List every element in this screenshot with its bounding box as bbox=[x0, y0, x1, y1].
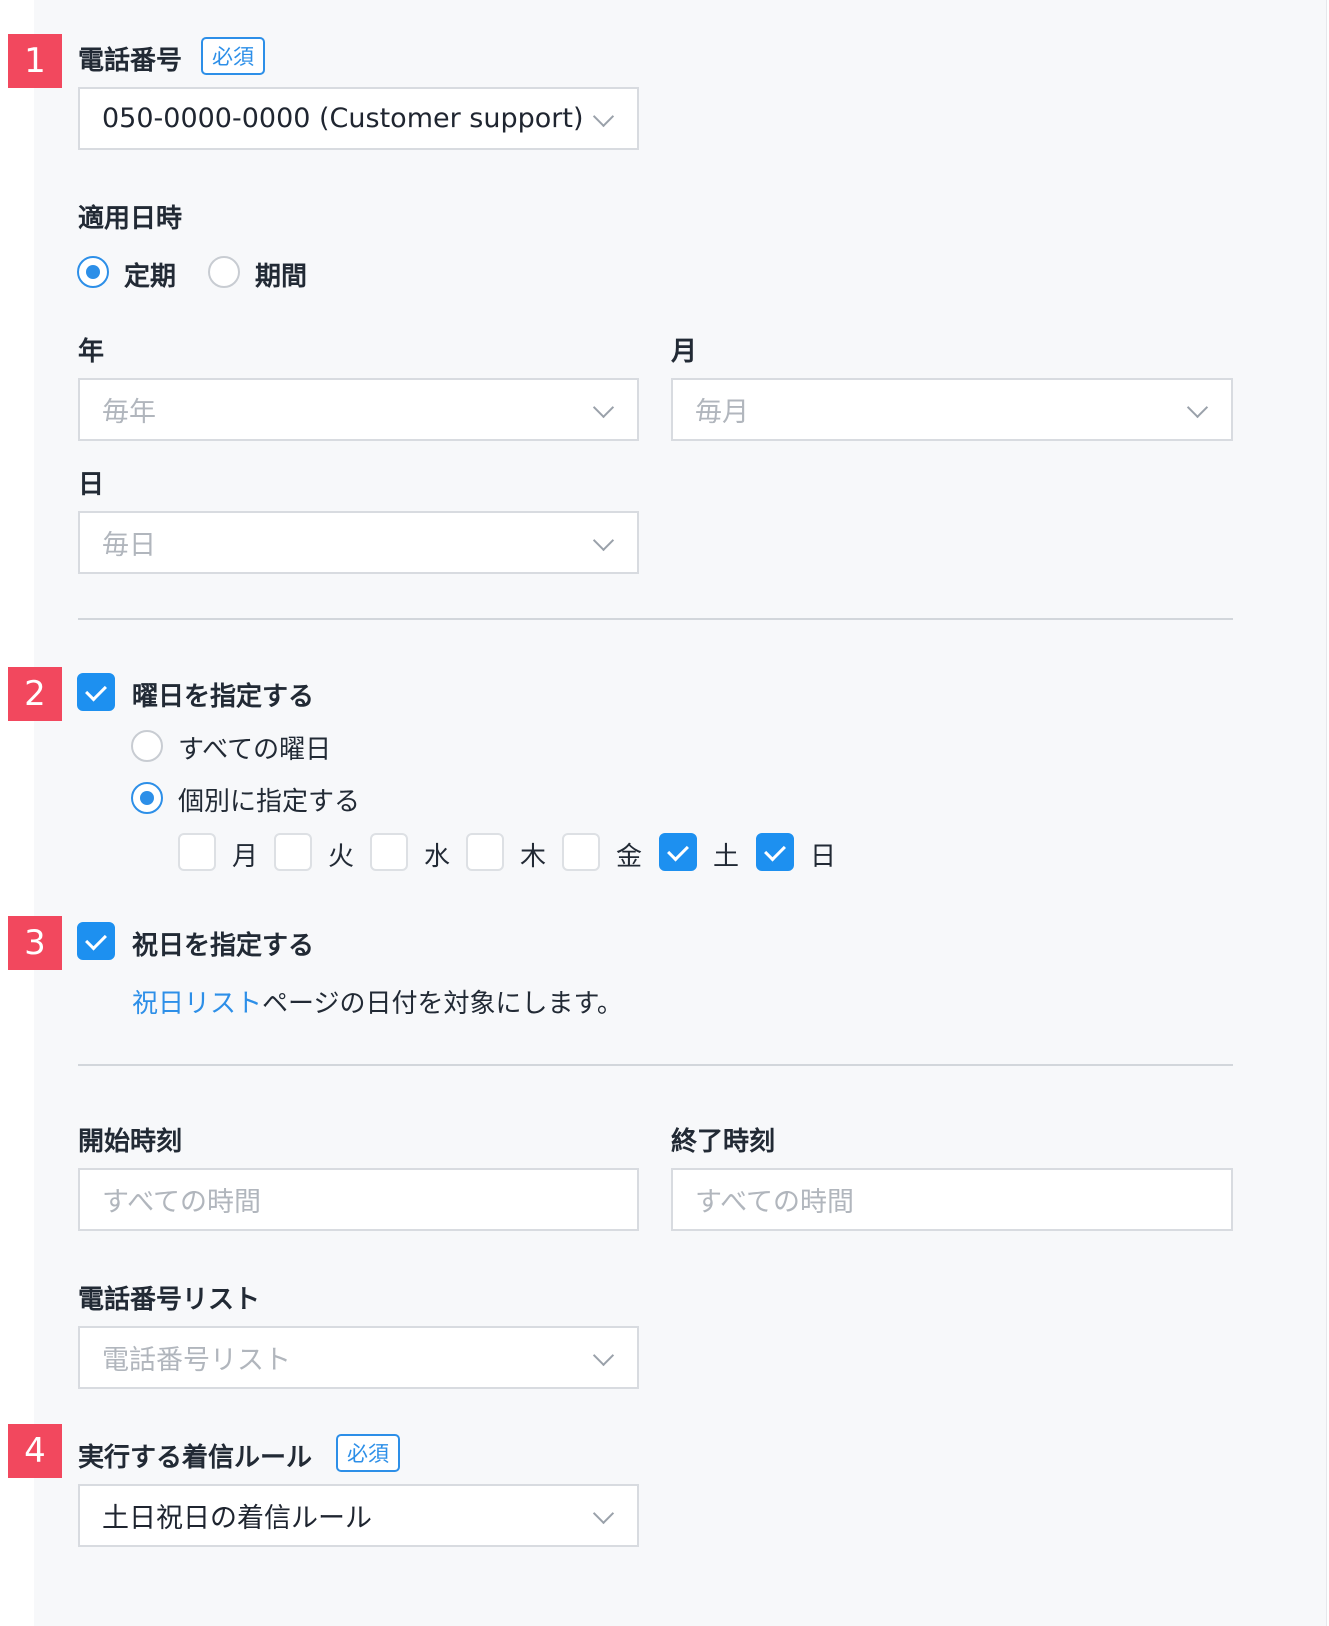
end-time-label: 終了時刻 bbox=[671, 1127, 776, 1157]
phone-list-label: 電話番号リスト bbox=[78, 1285, 261, 1315]
radio-all-weekdays[interactable] bbox=[131, 730, 163, 762]
step-marker-1: 1 bbox=[8, 34, 62, 88]
chevron-down-icon bbox=[592, 396, 615, 419]
day-label-thu: 木 bbox=[520, 842, 547, 872]
phone-list-placeholder: 電話番号リスト bbox=[102, 1345, 291, 1376]
radio-periodic[interactable] bbox=[77, 256, 109, 288]
chevron-down-icon bbox=[592, 1344, 615, 1367]
step-marker-4: 4 bbox=[8, 1424, 62, 1478]
day-checkbox-sun[interactable] bbox=[756, 833, 794, 871]
day-checkbox-sat[interactable] bbox=[659, 833, 697, 871]
weekday-checkbox[interactable] bbox=[77, 673, 115, 711]
day-checkbox-fri[interactable] bbox=[562, 833, 600, 871]
apply-datetime-label: 適用日時 bbox=[78, 204, 183, 234]
day-select-placeholder: 毎日 bbox=[102, 530, 156, 561]
day-checkbox-wed[interactable] bbox=[370, 833, 408, 871]
start-time-input[interactable]: すべての時間 bbox=[78, 1168, 639, 1231]
radio-period[interactable] bbox=[208, 256, 240, 288]
divider bbox=[78, 618, 1233, 620]
day-label-tue: 火 bbox=[328, 842, 355, 872]
day-label-mon: 月 bbox=[232, 842, 259, 872]
radio-period-label: 期間 bbox=[255, 262, 308, 292]
holiday-list-link[interactable]: 祝日リスト bbox=[132, 989, 262, 1019]
month-select-placeholder: 毎月 bbox=[695, 397, 749, 428]
day-label-sun: 日 bbox=[810, 842, 837, 872]
start-time-placeholder: すべての時間 bbox=[102, 1187, 262, 1218]
rule-select[interactable]: 土日祝日の着信ルール bbox=[78, 1484, 639, 1547]
required-badge: 必須 bbox=[201, 37, 265, 75]
end-time-placeholder: すべての時間 bbox=[695, 1187, 855, 1218]
chevron-down-icon bbox=[592, 529, 615, 552]
day-label-sat: 土 bbox=[713, 842, 740, 872]
day-label-fri: 金 bbox=[616, 842, 643, 872]
step-marker-2: 2 bbox=[8, 667, 62, 721]
day-select[interactable]: 毎日 bbox=[78, 511, 639, 574]
divider bbox=[78, 1064, 1233, 1066]
month-select[interactable]: 毎月 bbox=[671, 378, 1233, 441]
end-time-input[interactable]: すべての時間 bbox=[671, 1168, 1233, 1231]
holiday-description-text: ページの日付を対象にします。 bbox=[262, 989, 623, 1019]
chevron-down-icon bbox=[1186, 396, 1209, 419]
rule-label: 実行する着信ルール bbox=[78, 1443, 313, 1473]
year-select-placeholder: 毎年 bbox=[102, 397, 156, 428]
holiday-description: 祝日リストページの日付を対象にします。 bbox=[132, 983, 623, 1020]
year-select[interactable]: 毎年 bbox=[78, 378, 639, 441]
weekday-label: 曜日を指定する bbox=[132, 682, 315, 712]
day-label: 日 bbox=[78, 470, 105, 500]
day-label-wed: 水 bbox=[424, 842, 451, 872]
required-badge: 必須 bbox=[336, 1434, 400, 1472]
holiday-checkbox[interactable] bbox=[77, 922, 115, 960]
rule-select-value: 土日祝日の着信ルール bbox=[102, 1503, 372, 1534]
radio-periodic-label: 定期 bbox=[124, 262, 177, 292]
year-label: 年 bbox=[78, 337, 105, 367]
phone-label: 電話番号 bbox=[78, 46, 183, 76]
phone-list-select[interactable]: 電話番号リスト bbox=[78, 1326, 639, 1389]
day-checkbox-mon[interactable] bbox=[178, 833, 216, 871]
month-label: 月 bbox=[671, 337, 698, 367]
radio-individual[interactable] bbox=[131, 782, 163, 814]
chevron-down-icon bbox=[592, 105, 615, 128]
day-checkbox-thu[interactable] bbox=[466, 833, 504, 871]
chevron-down-icon bbox=[592, 1502, 615, 1525]
step-marker-3: 3 bbox=[8, 916, 62, 970]
holiday-label: 祝日を指定する bbox=[132, 931, 315, 961]
phone-select-value: 050-0000-0000 (Customer support) bbox=[102, 103, 584, 134]
radio-all-weekdays-label: すべての曜日 bbox=[178, 735, 332, 765]
start-time-label: 開始時刻 bbox=[78, 1127, 183, 1157]
day-checkbox-tue[interactable] bbox=[274, 833, 312, 871]
radio-individual-label: 個別に指定する bbox=[178, 787, 361, 817]
phone-select[interactable]: 050-0000-0000 (Customer support) bbox=[78, 87, 639, 150]
